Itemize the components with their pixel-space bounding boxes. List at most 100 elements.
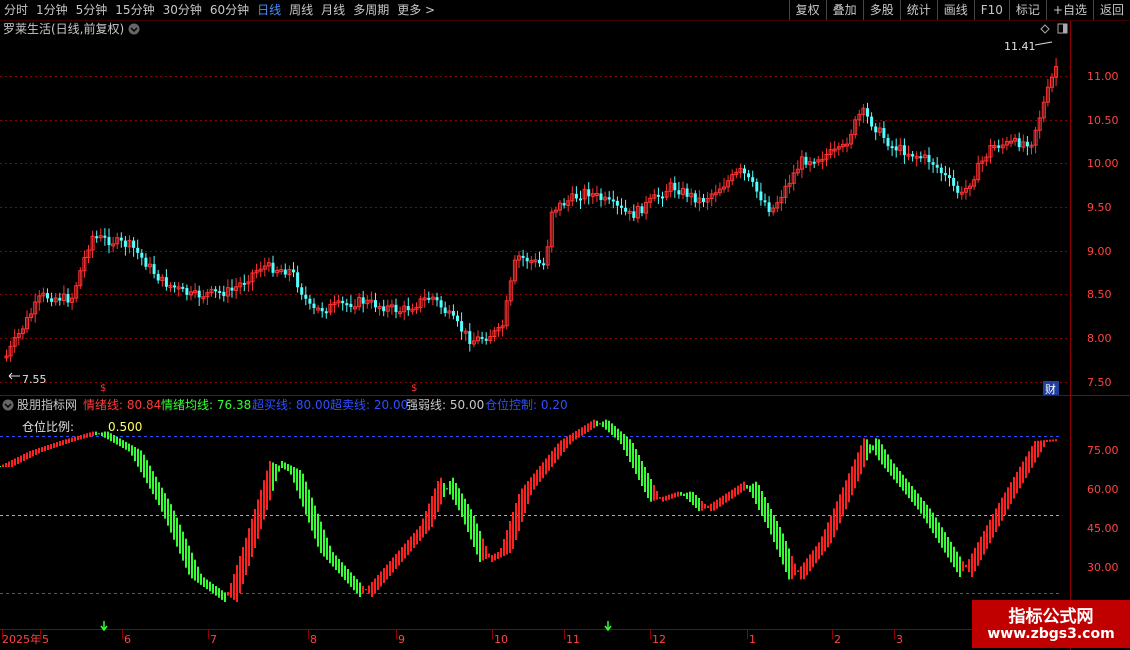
candle-body xyxy=(997,145,1001,148)
candle-body xyxy=(480,336,484,339)
candle-body xyxy=(460,321,464,332)
candle-body xyxy=(349,303,353,307)
candle-body xyxy=(439,300,443,308)
candle-body xyxy=(767,202,771,212)
position-ratio-value: 0.500 xyxy=(108,420,142,434)
candle-body xyxy=(320,307,324,312)
candle-body xyxy=(632,211,636,218)
candle-body xyxy=(911,154,915,157)
candle-body xyxy=(132,240,136,248)
indicator-legend: 情绪线: 80.84 情绪均线: 76.38 超买线: 80.00 超卖线: 20.0… xyxy=(83,397,568,412)
price-tick-label: 11.00 xyxy=(1087,70,1119,83)
period-tab-1[interactable]: 1分钟 xyxy=(32,0,72,20)
candle-body xyxy=(747,173,751,178)
candle-body xyxy=(902,145,906,156)
price-tick-label: 8.00 xyxy=(1087,332,1112,345)
price-tick-label: 10.00 xyxy=(1087,157,1119,170)
candle-body xyxy=(693,193,697,203)
buy-signal-icon xyxy=(604,621,612,632)
candle-body xyxy=(300,287,304,295)
candle-body xyxy=(222,291,226,297)
legend-item-0: 情绪线: 80.84 xyxy=(83,398,161,412)
period-tab-3[interactable]: 15分钟 xyxy=(111,0,158,20)
candle-body xyxy=(620,205,623,208)
stock-chart: 罗莱生活(日线,前复权) 11.00 10.50 10.00 9.50 9.00 8.50… xyxy=(0,21,1130,650)
candle-body xyxy=(164,277,168,287)
candle-body xyxy=(587,189,591,197)
candle-body xyxy=(607,197,611,200)
candle-body xyxy=(136,247,140,253)
candle-body xyxy=(943,173,947,176)
period-tab-7[interactable]: 周线 xyxy=(285,0,317,20)
candle-body xyxy=(374,300,377,308)
candle-body xyxy=(308,298,312,304)
candle-body xyxy=(640,206,644,214)
candle-body xyxy=(890,146,894,149)
tool-button-4[interactable]: 画线 xyxy=(936,0,974,20)
period-tab-9[interactable]: 多周期 xyxy=(349,0,393,20)
window-icon[interactable] xyxy=(1057,23,1068,34)
candle-body xyxy=(870,116,874,127)
candle-body xyxy=(427,297,431,300)
x-tick-label: 10 xyxy=(494,633,508,646)
low-price-label: 7.55 xyxy=(22,373,47,386)
candle-body xyxy=(882,128,886,138)
candle-body xyxy=(538,259,541,264)
period-tab-8[interactable]: 月线 xyxy=(317,0,349,20)
candle-body xyxy=(956,185,960,193)
candle-body xyxy=(123,240,127,247)
candle-body xyxy=(435,297,439,301)
candle-body xyxy=(341,300,345,304)
candle-body xyxy=(156,273,160,281)
period-tab-5[interactable]: 60分钟 xyxy=(206,0,253,20)
candle-body xyxy=(443,307,447,314)
tool-button-3[interactable]: 统计 xyxy=(899,0,937,20)
event-marker-1[interactable]: $ xyxy=(100,383,106,394)
legend-item-1: 情绪均线: 76.38 xyxy=(161,398,251,412)
period-tab-6[interactable]: 日线 xyxy=(253,0,285,20)
x-tick-label: 7 xyxy=(210,633,217,646)
tool-button-2[interactable]: 多股 xyxy=(862,0,900,20)
x-tick-label: 3 xyxy=(896,633,903,646)
candle-body xyxy=(624,207,628,212)
price-tick-label: 9.00 xyxy=(1087,245,1112,258)
candle-body xyxy=(181,286,185,289)
period-tab-10[interactable]: 更多 > xyxy=(393,0,439,20)
candle-body xyxy=(542,263,546,266)
candle-body xyxy=(242,282,246,285)
title-dropdown-icon[interactable] xyxy=(128,23,140,35)
x-tick-label: 1 xyxy=(749,633,756,646)
candle-body xyxy=(292,269,295,273)
watermark-url: www.zbgs3.com xyxy=(987,626,1115,642)
price-tick-label: 10.50 xyxy=(1087,114,1119,127)
candle-body xyxy=(874,126,878,133)
legend-item-4: 强弱线: 50.00 xyxy=(406,398,484,412)
tool-button-8[interactable]: 返回 xyxy=(1092,0,1130,20)
candle-body xyxy=(886,137,890,147)
indicator-axis: 75.00 60.00 45.00 30.00 xyxy=(1087,444,1119,574)
candle-body xyxy=(283,269,287,275)
candle-body xyxy=(673,182,677,191)
candle-body xyxy=(58,297,62,301)
tool-button-1[interactable]: 叠加 xyxy=(825,0,863,20)
candle-body xyxy=(468,331,472,345)
price-axis: 11.00 10.50 10.00 9.50 9.00 8.50 8.00 7.50 xyxy=(1087,70,1119,389)
period-tab-2[interactable]: 5分钟 xyxy=(72,0,112,20)
candle-body xyxy=(484,338,488,341)
candle-body xyxy=(751,177,755,182)
tool-button-0[interactable]: 复权 xyxy=(788,0,826,20)
candle-body xyxy=(107,237,111,246)
candle-body xyxy=(50,298,54,302)
tool-button-6[interactable]: 标记 xyxy=(1008,0,1046,20)
period-tab-0[interactable]: 分时 xyxy=(0,0,32,20)
buy-signal-icon xyxy=(100,621,108,632)
diamond-icon[interactable] xyxy=(1040,24,1050,34)
candle-body xyxy=(935,164,939,168)
tool-button-5[interactable]: F10 xyxy=(973,0,1009,20)
period-tab-4[interactable]: 30分钟 xyxy=(159,0,206,20)
tool-button-7[interactable]: +自选 xyxy=(1045,0,1093,20)
indicator-tick-label: 60.00 xyxy=(1087,483,1119,496)
indicator-tick-label: 30.00 xyxy=(1087,561,1119,574)
indicator-dropdown-icon[interactable] xyxy=(2,399,14,411)
event-marker-2[interactable]: $ xyxy=(411,383,417,394)
